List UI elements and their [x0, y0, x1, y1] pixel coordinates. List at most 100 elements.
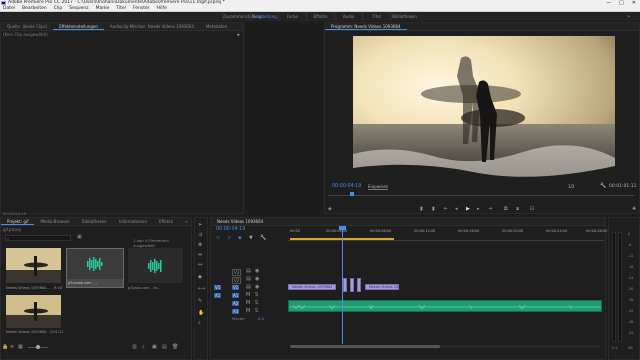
find-icon[interactable]: ⌕	[142, 344, 145, 350]
icon-view-icon[interactable]: ▦	[18, 344, 23, 350]
menu-titel[interactable]: Titel	[116, 6, 126, 11]
linked-selection-icon[interactable]: ⊃	[227, 235, 231, 241]
program-timecode[interactable]: 00:00:04:19	[332, 184, 361, 189]
solo-track-icon[interactable]: S	[255, 292, 258, 298]
step-forward-icon[interactable]: ▸	[477, 206, 480, 212]
timeline-marker-icon[interactable]: ▼	[249, 235, 253, 241]
ripple-edit-tool-icon[interactable]: ✥	[198, 242, 202, 248]
timeline-scrollbar[interactable]	[290, 345, 600, 348]
project-item-thumbnail-1[interactable]	[6, 248, 61, 283]
program-video-frame[interactable]	[353, 36, 615, 182]
timeline-timecode[interactable]: 00:00:04:19	[216, 227, 245, 232]
wrench-icon[interactable]: 🔧	[600, 183, 606, 189]
time-ruler[interactable]: 00:00 00:00:04:00 00:00:08:00 00:00:12:0…	[288, 227, 607, 241]
source-patch-v1[interactable]: V1	[214, 285, 222, 290]
track-select-tool-icon[interactable]: ⇉	[198, 232, 202, 238]
pen-tool-icon[interactable]: ✎	[198, 298, 202, 304]
snap-icon[interactable]: ⊂	[216, 235, 220, 241]
workspace-tab-zusammenstellung[interactable]: Zusammenstellung	[222, 12, 262, 21]
razor-tool-icon[interactable]: ◆	[198, 274, 202, 280]
tab-source[interactable]: Quelle: (keine Clips)	[1, 23, 53, 30]
tab-program[interactable]: Programm: Needs Videos 1093664	[325, 23, 407, 30]
workspace-more-button[interactable]: »	[627, 14, 630, 20]
tab-project[interactable]: Projekt: gif	[1, 218, 35, 225]
step-back-icon[interactable]: ◂	[455, 206, 458, 212]
mark-in-icon[interactable]: ▮	[420, 206, 423, 212]
video-clip-fragment[interactable]	[350, 278, 354, 292]
workspace-tab-bearbeitung[interactable]: Bearbeitung	[250, 12, 278, 21]
insert-icon[interactable]: ⧉	[504, 206, 508, 212]
rolling-edit-tool-icon[interactable]: ⇹	[198, 252, 202, 258]
track-area[interactable]: Needs Videos 1093664 Needs Videos 109366…	[288, 226, 604, 344]
project-item-thumbnail-2[interactable]: p3vcaab.com - ...	[66, 248, 124, 288]
workspace-tab-titel[interactable]: Titel	[362, 12, 390, 21]
add-marker-timeline-icon[interactable]: ◈	[238, 235, 242, 241]
tab-effects[interactable]: Effekte	[153, 218, 179, 225]
meter-solo-buttons[interactable]: S S	[612, 346, 618, 350]
mute-track-icon[interactable]: M	[246, 300, 250, 306]
track-a2-label[interactable]: A2	[232, 301, 240, 306]
workspace-tab-bibliotheken[interactable]: Bibliotheken	[390, 12, 418, 21]
project-item-thumbnail-3[interactable]	[128, 248, 183, 283]
solo-track-icon[interactable]: S	[255, 300, 258, 306]
menu-hilfe[interactable]: Hilfe	[157, 6, 167, 11]
track-v1-label[interactable]: V1	[232, 285, 240, 290]
menu-datei[interactable]: Datei	[3, 6, 15, 11]
audio-clip[interactable]	[288, 300, 602, 312]
toggle-track-output-icon[interactable]: ◉	[255, 276, 259, 282]
new-bin-icon[interactable]: ▣	[77, 234, 82, 240]
project-tabs-more-button[interactable]: »	[179, 218, 193, 225]
track-v2-label[interactable]: V2	[232, 277, 242, 284]
automate-to-sequence-icon[interactable]: ▥	[132, 344, 137, 350]
program-scrub-bar[interactable]	[328, 191, 634, 196]
play-icon[interactable]: ▶	[466, 206, 470, 212]
tab-audio-clip-mixer[interactable]: Audioclip-Mischer: Needs Videos 1093664	[104, 23, 200, 30]
solo-track-icon[interactable]: S	[255, 308, 258, 314]
track-a1-label[interactable]: A1	[232, 293, 240, 298]
video-clip[interactable]: Needs Videos 1093664	[365, 284, 399, 290]
playhead-handle[interactable]	[339, 226, 346, 230]
export-frame-icon[interactable]: ⊡	[530, 206, 534, 212]
workspace-tab-effekte[interactable]: Effekte	[306, 12, 334, 21]
toggle-sync-lock-icon[interactable]: ▤	[246, 268, 251, 274]
timeline-settings-icon[interactable]: 🔧	[260, 235, 266, 241]
toggle-track-output-icon[interactable]: ◉	[255, 284, 259, 290]
button-editor-icon[interactable]: ✚	[632, 206, 636, 212]
lock-icon[interactable]: 🔒	[2, 344, 8, 350]
toggle-sync-lock-icon[interactable]: ▤	[246, 276, 251, 282]
zoom-slider-handle[interactable]	[36, 345, 40, 349]
go-to-in-icon[interactable]: ⇤	[444, 206, 448, 212]
workspace-tab-farbe[interactable]: Farbe	[278, 12, 306, 21]
selection-tool-icon[interactable]: ➤	[198, 222, 202, 228]
toggle-sync-lock-icon[interactable]: ▤	[246, 284, 251, 290]
track-v3-label[interactable]: V3	[232, 269, 242, 276]
master-volume-value[interactable]: 0.0	[258, 316, 264, 321]
source-patch-a1[interactable]: A1	[214, 293, 222, 298]
menu-sequenz[interactable]: Sequenz	[69, 6, 88, 11]
go-to-out-icon[interactable]: ⇥	[488, 206, 492, 212]
mute-track-icon[interactable]: M	[246, 292, 250, 298]
clear-icon[interactable]: 🗑	[172, 344, 178, 350]
zoom-tool-icon[interactable]: ⌕	[198, 320, 201, 326]
tab-info[interactable]: Informationen	[113, 218, 153, 225]
new-item-icon[interactable]: ▤	[162, 344, 167, 350]
zoom-fit-dropdown[interactable]: Einpassen	[368, 184, 389, 190]
hand-tool-icon[interactable]: ✋	[198, 310, 204, 316]
toggle-track-output-icon[interactable]: ◉	[255, 268, 259, 274]
program-playhead[interactable]	[350, 192, 354, 196]
video-clip-fragment[interactable]	[357, 278, 361, 292]
tab-sequence[interactable]: Needs Videos 1093664	[211, 218, 269, 225]
tab-metadata[interactable]: Metadaten	[200, 23, 234, 30]
playback-resolution-dropdown[interactable]: 1/2	[568, 184, 574, 189]
rate-stretch-tool-icon[interactable]: ↔	[198, 262, 202, 268]
slip-tool-icon[interactable]: ⟷	[198, 286, 205, 292]
project-item-thumbnail-4[interactable]	[6, 295, 61, 328]
menu-fenster[interactable]: Fenster	[133, 6, 150, 11]
tab-media-browser[interactable]: Media-Browser	[34, 218, 76, 225]
track-a3-label[interactable]: A3	[232, 309, 240, 314]
new-bin-footer-icon[interactable]: ▣	[152, 344, 157, 350]
video-clip-fragment[interactable]	[343, 278, 347, 292]
tab-libraries[interactable]: Bibliotheken	[76, 218, 113, 225]
tab-effect-controls[interactable]: Effekteinstellungen	[53, 23, 104, 30]
overwrite-icon[interactable]: ⧈	[516, 206, 519, 212]
